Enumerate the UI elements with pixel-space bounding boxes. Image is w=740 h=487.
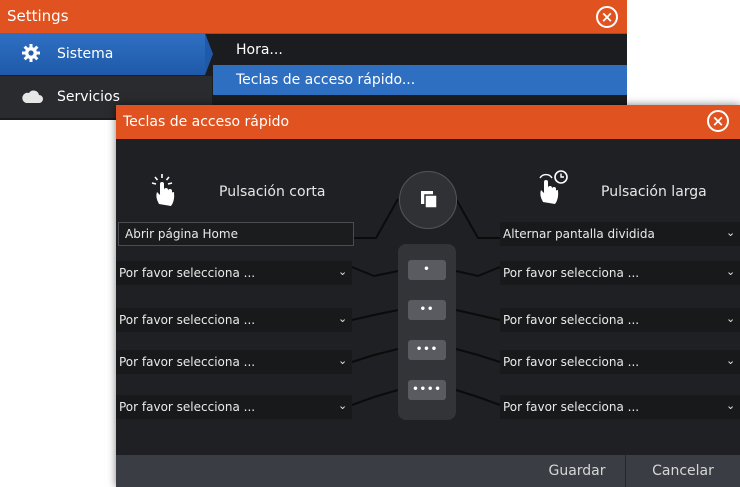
short-press-hand-icon xyxy=(151,174,175,206)
chevron-down-icon: ⌄ xyxy=(726,265,736,278)
long-press-select-5[interactable]: Por favor selecciona ... ⌄ xyxy=(500,395,740,419)
settings-close-icon[interactable]: × xyxy=(596,6,618,28)
chevron-down-icon: ⌄ xyxy=(338,265,348,278)
short-press-select-3[interactable]: Por favor selecciona ... ⌄ xyxy=(116,308,352,332)
chevron-down-icon: ⌄ xyxy=(338,399,348,412)
chevron-down-icon: ⌄ xyxy=(338,354,348,367)
select-value: Por favor selecciona ... xyxy=(503,355,640,369)
long-press-select-4[interactable]: Por favor selecciona ... ⌄ xyxy=(500,350,740,374)
quick-key-button-icon xyxy=(399,171,457,229)
select-value: Por favor selecciona ... xyxy=(119,355,256,369)
short-press-select-1[interactable]: Abrir página Home xyxy=(118,222,354,246)
select-value: Alternar pantalla dividida xyxy=(503,227,655,241)
chevron-down-icon: ⌄ xyxy=(726,312,736,325)
select-value: Por favor selecciona ... xyxy=(503,313,640,327)
long-press-select-1[interactable]: Alternar pantalla dividida ⌄ xyxy=(500,222,740,246)
long-press-select-2[interactable]: Por favor selecciona ... ⌄ xyxy=(500,261,740,285)
double-press-key: •• xyxy=(408,300,446,320)
short-press-select-2[interactable]: Por favor selecciona ... ⌄ xyxy=(116,261,352,285)
select-value: Por favor selecciona ... xyxy=(119,313,256,327)
single-press-key: • xyxy=(408,260,446,280)
settings-window: Settings × Sistema Servicios Hora... Tec… xyxy=(0,0,627,120)
submenu-item-hora[interactable]: Hora... xyxy=(213,35,627,65)
long-press-label: Pulsación larga xyxy=(601,184,707,200)
select-value: Por favor selecciona ... xyxy=(503,400,640,414)
chevron-down-icon: ⌄ xyxy=(338,312,348,325)
submenu-item-label: Hora... xyxy=(236,42,283,58)
key-press-panel: • •• ••• •••• xyxy=(398,244,456,420)
save-button[interactable]: Guardar xyxy=(529,455,625,487)
chevron-down-icon: ⌄ xyxy=(726,226,736,239)
sidebar-item-sistema[interactable]: Sistema xyxy=(0,33,213,75)
short-press-label: Pulsación corta xyxy=(219,184,326,200)
pages-icon xyxy=(421,191,438,209)
long-press-select-3[interactable]: Por favor selecciona ... ⌄ xyxy=(500,308,740,332)
settings-titlebar: Settings × xyxy=(0,0,627,34)
select-value: Por favor selecciona ... xyxy=(119,400,256,414)
sidebar-item-label: Servicios xyxy=(57,89,120,105)
sidebar-item-label: Sistema xyxy=(57,46,114,62)
chevron-down-icon: ⌄ xyxy=(726,354,736,367)
submenu-item-teclas-acceso-rapido[interactable]: Teclas de acceso rápido... xyxy=(213,65,627,95)
short-press-select-5[interactable]: Por favor selecciona ... ⌄ xyxy=(116,395,352,419)
chevron-down-icon: ⌄ xyxy=(726,399,736,412)
dialog-footer: Guardar Cancelar xyxy=(116,455,740,487)
cloud-icon xyxy=(22,90,43,103)
long-press-hand-icon xyxy=(539,170,568,204)
select-value: Abrir página Home xyxy=(125,227,238,241)
submenu-item-label: Teclas de acceso rápido... xyxy=(236,72,416,88)
select-value: Por favor selecciona ... xyxy=(119,266,256,280)
cancel-button[interactable]: Cancelar xyxy=(626,455,740,487)
select-value: Por favor selecciona ... xyxy=(503,266,640,280)
triple-press-key: ••• xyxy=(408,340,446,360)
quick-keys-dialog: Teclas de acceso rápido × Pulsación cort… xyxy=(116,105,740,487)
gear-icon xyxy=(22,44,40,62)
short-press-select-4[interactable]: Por favor selecciona ... ⌄ xyxy=(116,350,352,374)
quadruple-press-key: •••• xyxy=(408,380,446,400)
settings-title: Settings xyxy=(7,7,69,25)
